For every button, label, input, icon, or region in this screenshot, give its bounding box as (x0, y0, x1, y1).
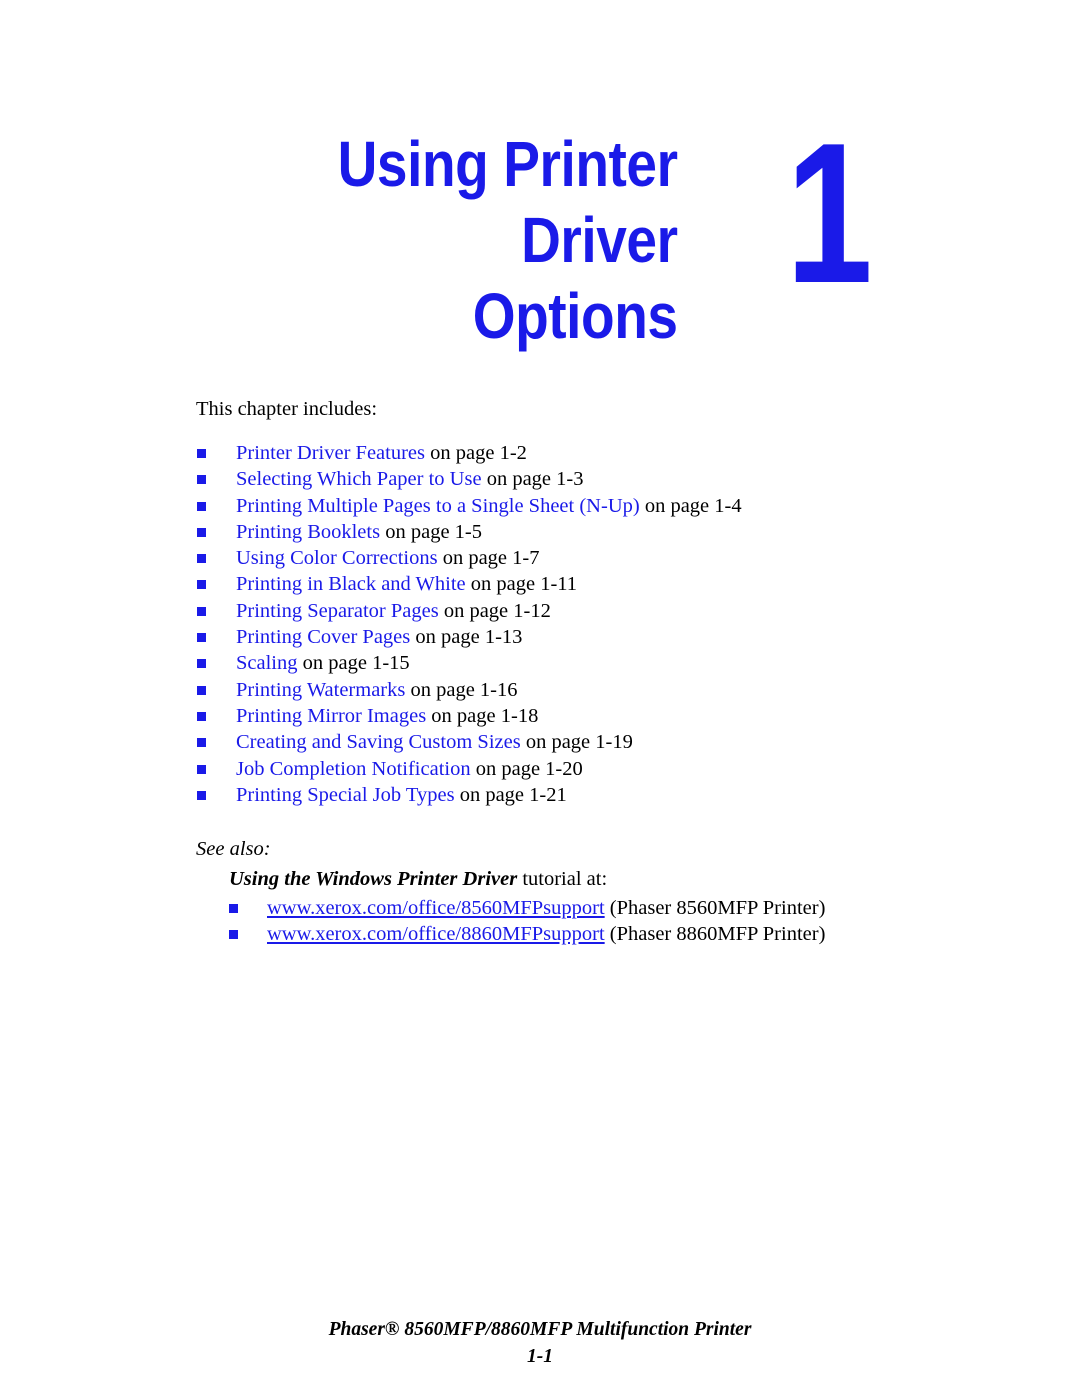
list-item[interactable]: Using Color Corrections on page 1-7 (196, 545, 956, 571)
toc-page-ref: on page 1-2 (425, 442, 527, 464)
list-item[interactable]: www.xerox.com/office/8860MFPsupport (Pha… (229, 921, 956, 947)
support-url-link[interactable]: www.xerox.com/office/8860MFPsupport (267, 923, 605, 945)
chapter-number: 1 (786, 102, 873, 325)
page-body: This chapter includes: Printer Driver Fe… (196, 396, 956, 948)
list-item[interactable]: Scaling on page 1-15 (196, 650, 956, 676)
toc-link[interactable]: Printer Driver Features (236, 442, 425, 464)
list-item[interactable]: Printing Watermarks on page 1-16 (196, 677, 956, 703)
toc-link[interactable]: Printing Special Job Types (236, 784, 455, 806)
list-item[interactable]: Printing Separator Pages on page 1-12 (196, 598, 956, 624)
toc-page-ref: on page 1-19 (520, 731, 633, 754)
toc-link[interactable]: Printing Multiple Pages to a Single Shee… (236, 495, 640, 517)
toc-link[interactable]: Printing Separator Pages (236, 600, 439, 622)
toc-page-ref: on page 1-15 (297, 652, 410, 675)
chapter-header: Using Printer Driver Options 1 (0, 114, 1080, 353)
document-page: Using Printer Driver Options 1 This chap… (0, 0, 1080, 1397)
see-also-label: See also: (196, 838, 271, 861)
list-item[interactable]: Printing Multiple Pages to a Single Shee… (196, 493, 956, 519)
toc-link[interactable]: Printing Cover Pages (236, 626, 410, 648)
toc-link[interactable]: Using Color Corrections (236, 547, 438, 569)
list-item[interactable]: Printer Driver Features on page 1-2 (196, 440, 956, 466)
page-footer: Phaser® 8560MFP/8860MFP Multifunction Pr… (0, 1316, 1080, 1370)
toc-link[interactable]: Printing Watermarks (236, 679, 405, 701)
list-item[interactable]: Selecting Which Paper to Use on page 1-3 (196, 466, 956, 492)
intro-text: This chapter includes: (196, 398, 378, 420)
list-item[interactable]: Printing Cover Pages on page 1-13 (196, 624, 956, 650)
toc-page-ref: on page 1-4 (639, 494, 742, 517)
toc-page-ref: on page 1-3 (481, 468, 584, 491)
tutorial-suffix: tutorial at: (517, 868, 608, 891)
list-item[interactable]: Printing in Black and White on page 1-11 (196, 571, 956, 597)
toc-page-ref: on page 1-11 (465, 573, 578, 596)
footer-page-number: 1-1 (527, 1346, 553, 1367)
toc-page-ref: on page 1-20 (470, 757, 583, 780)
support-links-list: www.xerox.com/office/8560MFPsupport (Pha… (229, 895, 956, 948)
support-url-note: (Phaser 8860MFP Printer) (604, 923, 826, 946)
toc-link[interactable]: Printing in Black and White (236, 573, 466, 595)
support-url-note: (Phaser 8560MFP Printer) (604, 897, 826, 920)
toc-page-ref: on page 1-18 (426, 704, 539, 727)
toc-link[interactable]: Printing Mirror Images (236, 705, 426, 727)
toc-page-ref: on page 1-5 (380, 520, 482, 543)
toc-page-ref: on page 1-12 (438, 599, 551, 622)
see-also-section: See also: Using the Windows Printer Driv… (196, 836, 956, 948)
tutorial-reference: Using the Windows Printer Driver tutoria… (229, 866, 956, 893)
chapter-contents-list: Printer Driver Features on page 1-2 Sele… (196, 440, 956, 808)
toc-page-ref: on page 1-16 (405, 678, 518, 701)
toc-link[interactable]: Selecting Which Paper to Use (236, 468, 482, 490)
list-item[interactable]: Printing Special Job Types on page 1-21 (196, 782, 956, 808)
toc-page-ref: on page 1-21 (454, 783, 567, 806)
tutorial-title: Using the Windows Printer Driver (229, 868, 518, 891)
list-item[interactable]: www.xerox.com/office/8560MFPsupport (Pha… (229, 895, 956, 921)
page-title: Using Printer Driver Options (337, 128, 678, 352)
list-item[interactable]: Printing Mirror Images on page 1-18 (196, 703, 956, 729)
toc-page-ref: on page 1-13 (410, 626, 523, 649)
list-item[interactable]: Creating and Saving Custom Sizes on page… (196, 729, 956, 755)
list-item[interactable]: Printing Booklets on page 1-5 (196, 519, 956, 545)
footer-product-name: Phaser® 8560MFP/8860MFP Multifunction Pr… (328, 1319, 752, 1340)
toc-link[interactable]: Printing Booklets (236, 521, 380, 543)
toc-page-ref: on page 1-7 (437, 547, 540, 570)
toc-link[interactable]: Job Completion Notification (236, 758, 471, 780)
see-also-content: Using the Windows Printer Driver tutoria… (196, 866, 956, 948)
support-url-link[interactable]: www.xerox.com/office/8560MFPsupport (267, 897, 605, 919)
list-item[interactable]: Job Completion Notification on page 1-20 (196, 756, 956, 782)
toc-link[interactable]: Creating and Saving Custom Sizes (236, 731, 521, 753)
toc-link[interactable]: Scaling (236, 652, 298, 674)
